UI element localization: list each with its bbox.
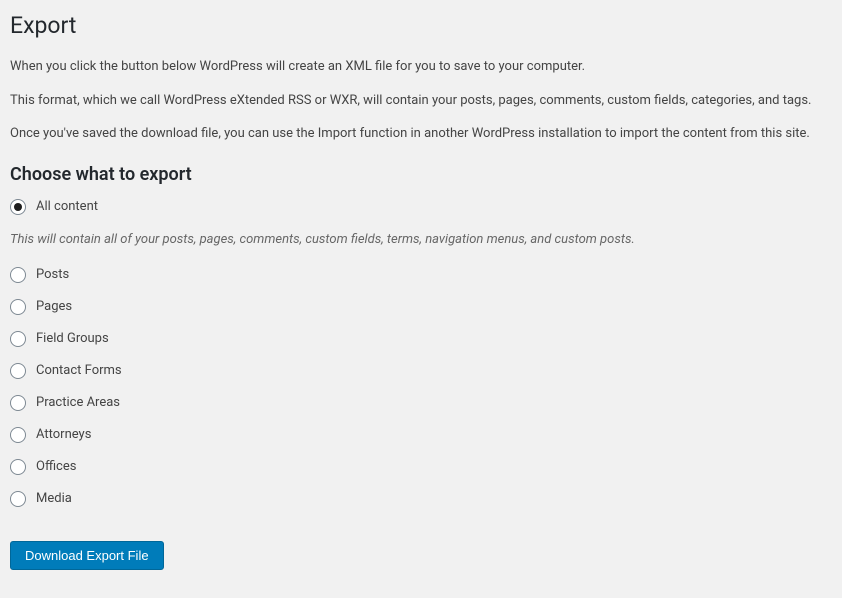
- intro-paragraph-3: Once you've saved the download file, you…: [10, 124, 832, 144]
- radio-icon: [10, 395, 26, 411]
- radio-media[interactable]: Media: [10, 491, 832, 507]
- radio-label: Offices: [36, 459, 76, 474]
- radio-pages[interactable]: Pages: [10, 299, 832, 315]
- radio-label: Field Groups: [36, 331, 109, 346]
- radio-label: All content: [36, 199, 98, 214]
- download-export-button[interactable]: Download Export File: [10, 541, 164, 570]
- all-content-hint: This will contain all of your posts, pag…: [10, 231, 832, 249]
- radio-offices[interactable]: Offices: [10, 459, 832, 475]
- radio-attorneys[interactable]: Attorneys: [10, 427, 832, 443]
- radio-label: Pages: [36, 299, 72, 314]
- intro-paragraph-1: When you click the button below WordPres…: [10, 57, 832, 77]
- radio-label: Contact Forms: [36, 363, 122, 378]
- radio-icon: [10, 363, 26, 379]
- radio-label: Media: [36, 491, 72, 506]
- choose-heading: Choose what to export: [10, 164, 832, 185]
- radio-icon: [10, 267, 26, 283]
- radio-field-groups[interactable]: Field Groups: [10, 331, 832, 347]
- radio-icon: [10, 331, 26, 347]
- radio-practice-areas[interactable]: Practice Areas: [10, 395, 832, 411]
- radio-icon: [10, 299, 26, 315]
- intro-paragraph-2: This format, which we call WordPress eXt…: [10, 91, 832, 111]
- radio-icon: [10, 427, 26, 443]
- radio-posts[interactable]: Posts: [10, 267, 832, 283]
- radio-icon: [10, 459, 26, 475]
- radio-icon: [10, 199, 26, 215]
- radio-all-content[interactable]: All content: [10, 199, 832, 215]
- page-title: Export: [10, 12, 832, 39]
- radio-contact-forms[interactable]: Contact Forms: [10, 363, 832, 379]
- radio-label: Posts: [36, 267, 69, 282]
- radio-label: Attorneys: [36, 427, 91, 442]
- radio-label: Practice Areas: [36, 395, 120, 410]
- radio-icon: [10, 491, 26, 507]
